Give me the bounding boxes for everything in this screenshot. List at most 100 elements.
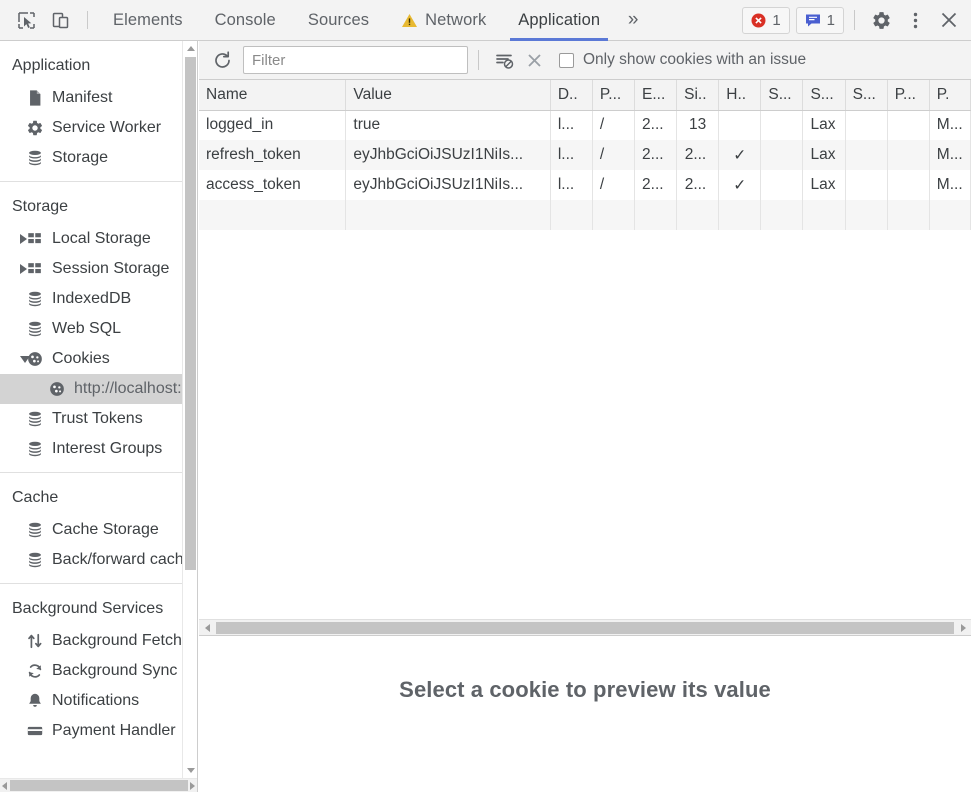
table-row[interactable]: access_token eyJhbGciOiJSUzI1NiIs... l... /… <box>199 170 971 200</box>
table-cell-name[interactable]: refresh_token <box>199 140 347 170</box>
scroll-right-arrow-icon[interactable] <box>188 779 197 792</box>
tab-sources[interactable]: Sources <box>292 0 385 41</box>
table-cell-name[interactable]: access_token <box>199 170 347 200</box>
sidebar-scroll-thumb[interactable] <box>185 57 196 570</box>
kebab-menu-icon[interactable] <box>899 5 931 35</box>
table-cell-name[interactable]: logged_in <box>199 110 347 140</box>
table-cell-path[interactable]: / <box>592 140 636 170</box>
table-cell-priority[interactable]: M... <box>929 170 971 200</box>
table-cell-path[interactable]: / <box>592 110 636 140</box>
table-cell-priority[interactable]: M... <box>929 140 971 170</box>
table-hscroll-thumb[interactable] <box>216 621 954 634</box>
clear-all-cookies-icon[interactable] <box>519 46 549 74</box>
scroll-up-arrow-icon[interactable] <box>183 41 197 56</box>
sidebar-item-trust-tokens[interactable]: Trust Tokens <box>0 404 182 434</box>
chevron-right-icon[interactable] <box>20 264 27 274</box>
refresh-icon[interactable] <box>207 46 237 74</box>
table-cell-partitionkey[interactable] <box>887 140 930 170</box>
sidebar-item-local-storage[interactable]: Local Storage <box>0 224 182 254</box>
table-cell-domain[interactable]: l... <box>550 170 593 200</box>
table-cell-partitionkey[interactable] <box>887 110 930 140</box>
sidebar-item-background-fetch[interactable]: Background Fetch <box>0 626 182 656</box>
device-toolbar-icon[interactable] <box>44 5 76 35</box>
table-cell-size[interactable]: 13 <box>676 110 720 140</box>
table-column-header[interactable]: Si.. <box>676 80 720 111</box>
tab-elements[interactable]: Elements <box>97 0 199 41</box>
checkbox-box-icon[interactable] <box>559 52 574 68</box>
table-cell-httponly[interactable]: ✓ <box>718 140 762 170</box>
table-row[interactable]: logged_in true l.../2... 13 Lax M... <box>199 110 971 140</box>
tab-console[interactable]: Console <box>199 0 292 41</box>
table-column-header[interactable]: P. <box>929 80 971 111</box>
table-cell-samesite[interactable]: Lax <box>802 170 846 200</box>
gear-icon[interactable] <box>865 5 897 35</box>
table-cell-secure[interactable] <box>760 170 804 200</box>
sidebar-item-payment-handler[interactable]: Payment Handler <box>0 716 182 746</box>
table-column-header[interactable]: Value <box>345 80 551 111</box>
sidebar-vertical-scrollbar[interactable] <box>182 41 197 778</box>
table-column-header[interactable]: S... <box>802 80 846 111</box>
more-tabs-button[interactable]: » <box>616 0 650 41</box>
table-cell-expires[interactable]: 2... <box>634 140 678 170</box>
table-cell-path[interactable]: / <box>592 170 636 200</box>
table-column-header[interactable]: E... <box>634 80 678 111</box>
sidebar-item-manifest[interactable]: Manifest <box>0 83 182 113</box>
table-column-header[interactable]: S... <box>760 80 804 111</box>
table-cell-httponly[interactable] <box>718 110 762 140</box>
tab-application[interactable]: Application <box>502 0 616 41</box>
table-column-header[interactable]: P... <box>592 80 636 111</box>
table-cell-secure[interactable] <box>760 140 804 170</box>
table-scroll-left-arrow-icon[interactable] <box>199 620 215 636</box>
table-cell-priority[interactable]: M... <box>929 110 971 140</box>
table-cell-domain[interactable]: l... <box>550 140 593 170</box>
sidebar-horizontal-scrollbar[interactable] <box>0 778 197 792</box>
filter-input[interactable] <box>243 46 468 74</box>
table-cell-secure[interactable] <box>760 110 804 140</box>
table-column-header[interactable]: P... <box>887 80 930 111</box>
table-column-header[interactable]: Name <box>199 80 347 111</box>
message-count-badge[interactable]: 1 <box>795 6 844 34</box>
table-cell-size[interactable]: 2... <box>676 170 720 200</box>
table-cell-sameparty[interactable] <box>845 140 888 170</box>
tab-network[interactable]: Network <box>385 0 502 41</box>
sidebar-item-back-forward-cache[interactable]: Back/forward cache <box>0 545 182 575</box>
table-scroll-right-arrow-icon[interactable] <box>955 620 971 636</box>
table-cell-size[interactable]: 2... <box>676 140 720 170</box>
table-column-header[interactable]: H.. <box>718 80 762 111</box>
table-cell-expires[interactable]: 2... <box>634 110 678 140</box>
table-cell-partitionkey[interactable] <box>887 170 930 200</box>
sidebar-item-background-sync[interactable]: Background Sync <box>0 656 182 686</box>
scroll-left-arrow-icon[interactable] <box>0 779 9 792</box>
sidebar-hscroll-thumb[interactable] <box>9 780 189 791</box>
table-cell-expires[interactable]: 2... <box>634 170 678 200</box>
sidebar-item-notifications[interactable]: Notifications <box>0 686 182 716</box>
sidebar-item-session-storage[interactable]: Session Storage <box>0 254 182 284</box>
table-cell-value[interactable]: true <box>345 110 551 140</box>
inspect-cursor-icon[interactable] <box>10 5 42 35</box>
table-cell-value[interactable]: eyJhbGciOiJSUzI1NiIs... <box>345 140 551 170</box>
only-show-issue-checkbox[interactable]: Only show cookies with an issue <box>559 51 806 69</box>
chevron-down-icon[interactable] <box>20 356 30 363</box>
sidebar-item-indexeddb[interactable]: IndexedDB <box>0 284 182 314</box>
table-cell-value[interactable]: eyJhbGciOiJSUzI1NiIs... <box>345 170 551 200</box>
sidebar-item-web-sql[interactable]: Web SQL <box>0 314 182 344</box>
table-cell-domain[interactable]: l... <box>550 110 593 140</box>
sidebar-item-service-worker[interactable]: Service Worker <box>0 113 182 143</box>
close-icon[interactable] <box>933 5 965 35</box>
table-column-header[interactable]: D.. <box>550 80 593 111</box>
table-cell-sameparty[interactable] <box>845 170 888 200</box>
clear-filtered-icon[interactable] <box>489 46 519 74</box>
table-row[interactable]: refresh_token eyJhbGciOiJSUzI1NiIs... l...… <box>199 140 971 170</box>
scroll-down-arrow-icon[interactable] <box>183 763 197 778</box>
table-cell-httponly[interactable]: ✓ <box>718 170 762 200</box>
table-cell-samesite[interactable]: Lax <box>802 110 846 140</box>
table-cell-samesite[interactable]: Lax <box>802 140 846 170</box>
chevron-right-icon[interactable] <box>20 234 27 244</box>
sidebar-item-interest-groups[interactable]: Interest Groups <box>0 434 182 464</box>
sidebar-item-cache-storage[interactable]: Cache Storage <box>0 515 182 545</box>
sidebar-item-storage[interactable]: Storage <box>0 143 182 173</box>
table-cell-sameparty[interactable] <box>845 110 888 140</box>
error-count-badge[interactable]: 1 <box>742 6 790 34</box>
sidebar-item-http-localhost-3000[interactable]: http://localhost:3000 <box>0 374 182 404</box>
table-horizontal-scrollbar[interactable] <box>199 619 971 635</box>
